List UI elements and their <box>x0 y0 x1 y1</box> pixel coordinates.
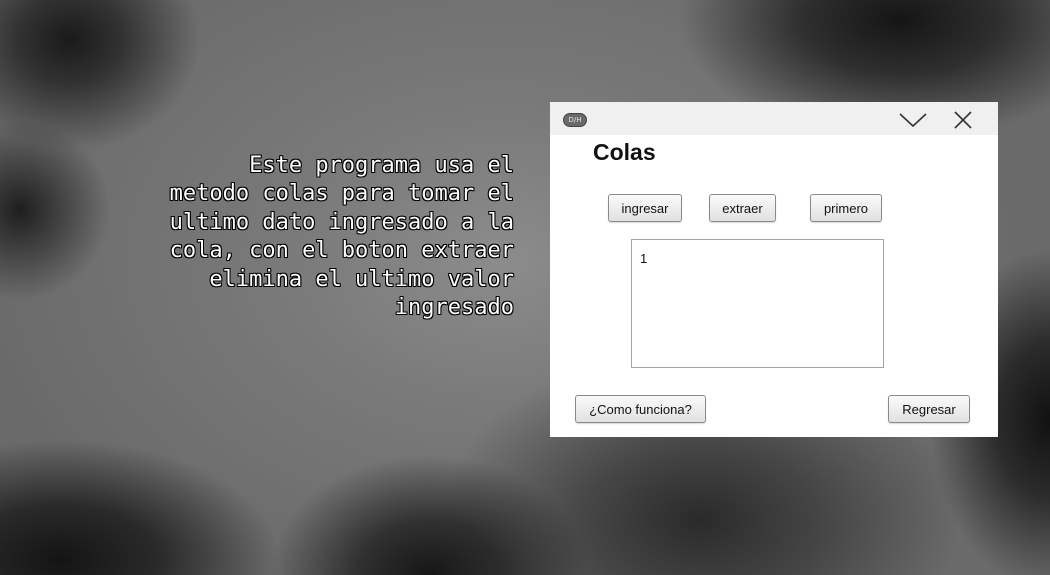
close-icon <box>954 111 972 129</box>
minimize-button[interactable] <box>898 108 928 132</box>
close-button[interactable] <box>948 108 978 132</box>
app-icon: D/H <box>563 113 587 127</box>
how-it-works-button[interactable]: ¿Como funciona? <box>575 395 706 423</box>
title-bar: D/H <box>550 102 998 135</box>
ingresar-button[interactable]: ingresar <box>608 194 682 222</box>
primero-button[interactable]: primero <box>810 194 882 222</box>
chevron-down-icon <box>899 113 927 128</box>
colas-window: D/H Colas ingresar extraer primero 1 ¿Co… <box>550 102 998 437</box>
queue-output-area[interactable]: 1 <box>631 239 884 368</box>
queue-output-value: 1 <box>640 251 648 266</box>
back-button[interactable]: Regresar <box>888 395 970 423</box>
extraer-button[interactable]: extraer <box>709 194 776 222</box>
explanation-caption: Este programa usa el metodo colas para t… <box>169 153 514 321</box>
window-title: Colas <box>593 139 656 165</box>
